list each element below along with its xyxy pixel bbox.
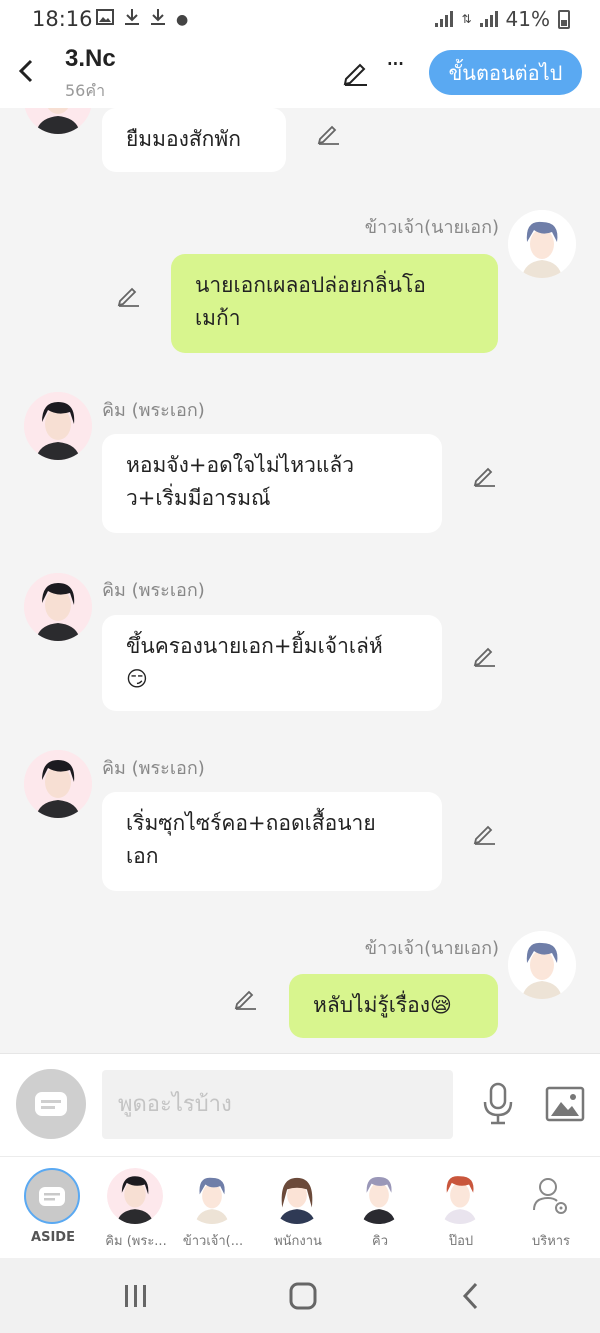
battery-percent: 41%	[505, 7, 550, 31]
recent-apps-icon[interactable]	[116, 1281, 156, 1311]
download-icon	[124, 8, 140, 31]
character-label: คิม (พระ...	[105, 1234, 167, 1249]
more-notifications-dot-icon: ●	[176, 11, 189, 28]
character-kim[interactable]: คิม (พระ...	[94, 1157, 178, 1259]
character-employee[interactable]: พนักงาน	[256, 1157, 340, 1259]
avatar-kim[interactable]	[24, 392, 92, 460]
character-label: บริหาร	[531, 1234, 571, 1249]
character-label: คิว	[372, 1234, 388, 1249]
download-icon	[150, 8, 166, 31]
sender-name: ข้าวเจ้า(นายเอก)	[364, 938, 499, 959]
back-arrow-icon[interactable]	[14, 56, 38, 86]
avatar-khaojao[interactable]	[508, 931, 576, 999]
message-input-bar	[0, 1053, 600, 1156]
chat-mode-button[interactable]	[16, 1069, 86, 1139]
sender-name: คิม (พระเอก)	[102, 400, 205, 421]
avatar-khaojao[interactable]	[508, 210, 576, 278]
character-pop[interactable]: ป๊อป	[419, 1157, 503, 1259]
edit-pencil-icon[interactable]	[341, 57, 371, 87]
avatar	[351, 1168, 407, 1224]
message-bubble[interactable]: ยืมมองสักพัก	[102, 108, 286, 172]
sender-name: ข้าวเจ้า(นายเอก)	[364, 217, 499, 238]
microphone-icon[interactable]	[480, 1082, 516, 1126]
status-bar: 18:16 ● ⇅ 41%	[0, 0, 600, 38]
page-title: 3.Nc	[65, 45, 116, 72]
edit-pencil-icon[interactable]	[233, 985, 259, 1011]
message-bubble[interactable]: หอมจัง+อดใจไม่ไหวแล้ว ว+เริ่มมีอารมณ์	[102, 434, 442, 533]
character-manage[interactable]: บริหาร	[509, 1157, 593, 1259]
character-aside[interactable]: ASIDE	[11, 1157, 95, 1259]
sender-name: คิม (พระเอก)	[102, 580, 205, 601]
home-icon[interactable]	[283, 1281, 323, 1311]
battery-icon	[558, 9, 570, 29]
message-text: หลับไม่รู้เรื่อง😪	[313, 993, 452, 1017]
message-text-line: 😏	[126, 667, 148, 691]
avatar-kim[interactable]	[24, 750, 92, 818]
edit-pencil-icon[interactable]	[472, 820, 498, 846]
status-time: 18:16	[32, 7, 93, 31]
message-text-line: ขึ้นครองนายเอก+ยิ้มเจ้าเล่ห์	[126, 634, 383, 658]
character-khaojao[interactable]: ข้าวเจ้า(...	[171, 1157, 255, 1259]
message-text-line: เมก้า	[195, 306, 241, 330]
edit-pencil-icon[interactable]	[116, 282, 142, 308]
system-nav-bar	[0, 1258, 600, 1333]
manage-characters-icon	[522, 1168, 578, 1224]
character-selector: ASIDE คิม (พระ... ข้าวเจ้า(... พนักงาน ค…	[0, 1156, 600, 1258]
edit-pencil-icon[interactable]	[316, 120, 342, 146]
character-label: ASIDE	[31, 1230, 75, 1245]
message-input[interactable]	[102, 1070, 453, 1139]
message-bubble[interactable]: ขึ้นครองนายเอก+ยิ้มเจ้าเล่ห์ 😏	[102, 615, 442, 711]
message-text-line: เริ่มซุกไซร์คอ+ถอดเสื้อนาย	[126, 811, 376, 835]
character-label: พนักงาน	[274, 1234, 322, 1249]
character-label: ข้าวเจ้า(...	[182, 1234, 244, 1249]
aside-icon	[24, 1168, 80, 1224]
signal-icon	[435, 11, 454, 27]
more-options-icon[interactable]: ···	[386, 50, 405, 78]
character-label: ป๊อป	[448, 1234, 474, 1249]
image-icon[interactable]	[545, 1086, 585, 1122]
image-notification-icon	[96, 9, 114, 30]
message-text-line: นายเอกเผลอปล่อยกลิ่นโอ	[195, 273, 426, 297]
character-q[interactable]: คิว	[338, 1157, 422, 1259]
edit-pencil-icon[interactable]	[472, 642, 498, 668]
message-text-line: หอมจัง+อดใจไม่ไหวแล้ว	[126, 453, 355, 477]
avatar-kim[interactable]	[24, 573, 92, 641]
avatar	[269, 1168, 325, 1224]
chat-area[interactable]: ยืมมองสักพัก ข้าวเจ้า(นายเอก) นายเอกเผลอ…	[0, 108, 600, 1053]
message-bubble[interactable]: เริ่มซุกไซร์คอ+ถอดเสื้อนาย เอก	[102, 792, 442, 891]
avatar	[184, 1168, 240, 1224]
sender-name: คิม (พระเอก)	[102, 758, 205, 779]
next-step-button[interactable]: ขั้นตอนต่อไป	[429, 50, 582, 95]
message-text-line: ว+เริ่มมีอารมณ์	[126, 486, 271, 510]
chat-header: 3.Nc 56คำ ··· ขั้นตอนต่อไป	[0, 38, 600, 108]
back-nav-icon[interactable]	[450, 1281, 490, 1311]
word-count: 56คำ	[65, 81, 106, 100]
signal-icon	[479, 11, 498, 27]
data-arrows-icon: ⇅	[461, 12, 472, 26]
message-bubble[interactable]: นายเอกเผลอปล่อยกลิ่นโอ เมก้า	[171, 254, 498, 353]
avatar	[432, 1168, 488, 1224]
message-text: ยืมมองสักพัก	[126, 127, 241, 151]
message-text-line: เอก	[126, 844, 159, 868]
avatar-kim[interactable]	[24, 108, 92, 134]
message-bubble[interactable]: หลับไม่รู้เรื่อง😪	[289, 974, 498, 1038]
avatar	[107, 1168, 163, 1224]
edit-pencil-icon[interactable]	[472, 462, 498, 488]
